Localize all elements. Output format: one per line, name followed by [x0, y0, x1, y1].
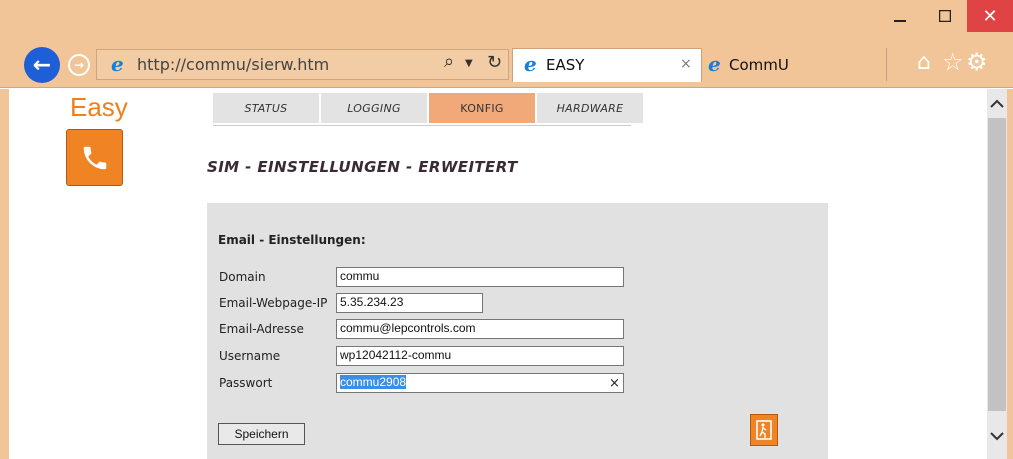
password-label: Passwort: [219, 376, 273, 390]
save-button[interactable]: Speichern: [218, 423, 305, 445]
exit-button[interactable]: [750, 414, 778, 446]
window-frame-right: [1007, 89, 1013, 459]
top-nav: STATUS LOGGING KONFIG HARDWARE: [213, 93, 645, 123]
tab-easy[interactable]: [512, 48, 702, 82]
back-button[interactable]: ←: [24, 47, 60, 83]
tab-konfig[interactable]: KONFIG: [429, 93, 535, 123]
password-value: commu2908: [340, 375, 407, 389]
address-url[interactable]: http://commu/sierw.htm: [137, 55, 329, 74]
ie-tab-icon: e: [708, 52, 721, 76]
domain-label: Domain: [219, 270, 266, 284]
section-title: Email - Einstellungen:: [218, 233, 366, 247]
arrow-right-icon: →: [73, 58, 85, 72]
browser-titlebar: [0, 0, 1013, 40]
close-tab-icon[interactable]: ×: [680, 56, 692, 72]
password-input[interactable]: commu2908: [336, 373, 624, 393]
window-controls: ✕: [877, 0, 1013, 32]
email-webpage-ip-input[interactable]: 5.35.234.23: [336, 293, 483, 313]
minimize-button[interactable]: [877, 0, 922, 32]
email-address-label: Email-Adresse: [219, 322, 304, 336]
exit-icon: [756, 420, 772, 440]
scroll-down-button[interactable]: [987, 423, 1007, 449]
tab-hardware[interactable]: HARDWARE: [537, 93, 643, 123]
phone-tile[interactable]: [66, 129, 123, 186]
ie-tab-icon: e: [524, 52, 537, 76]
tab-commu[interactable]: CommU: [729, 56, 789, 74]
email-address-input[interactable]: commu@lepcontrols.com: [336, 319, 624, 339]
forward-button[interactable]: →: [68, 54, 90, 76]
maximize-icon: [938, 10, 951, 22]
clear-input-icon[interactable]: ×: [609, 376, 620, 391]
gear-icon[interactable]: ⚙: [966, 48, 988, 76]
tab-logging[interactable]: LOGGING: [321, 93, 427, 123]
chevron-down-icon[interactable]: ▼: [465, 58, 473, 69]
nav-divider: [213, 125, 631, 126]
chevron-down-icon: [990, 431, 1004, 440]
search-icon[interactable]: ⌕: [444, 51, 454, 72]
scroll-up-button[interactable]: [987, 90, 1007, 116]
maximize-button[interactable]: [922, 0, 967, 32]
email-webpage-ip-label: Email-Webpage-IP: [219, 296, 328, 310]
username-input[interactable]: wp12042112-commu: [336, 346, 624, 366]
page-title: SIM - EINSTELLUNGEN - ERWEITERT: [207, 158, 518, 176]
home-icon[interactable]: ⌂: [917, 50, 931, 75]
minimize-icon: [893, 20, 906, 22]
close-window-button[interactable]: ✕: [967, 0, 1013, 32]
arrow-left-icon: ←: [32, 52, 52, 78]
url-host: http://commu: [137, 55, 246, 74]
domain-input[interactable]: commu: [336, 267, 624, 287]
scrollbar-thumb[interactable]: [988, 118, 1006, 411]
tab-status[interactable]: STATUS: [213, 93, 319, 123]
refresh-icon[interactable]: ↻: [487, 52, 502, 73]
chevron-up-icon: [990, 99, 1004, 108]
phone-icon: [83, 146, 106, 169]
ie-page-icon: e: [111, 52, 124, 76]
url-path: /sierw.htm: [245, 55, 330, 74]
tab-title: EASY: [546, 56, 585, 74]
star-icon[interactable]: ☆: [942, 48, 964, 76]
username-label: Username: [219, 349, 281, 363]
brand-logo: Easy: [70, 92, 128, 122]
tab-divider: [886, 48, 887, 81]
